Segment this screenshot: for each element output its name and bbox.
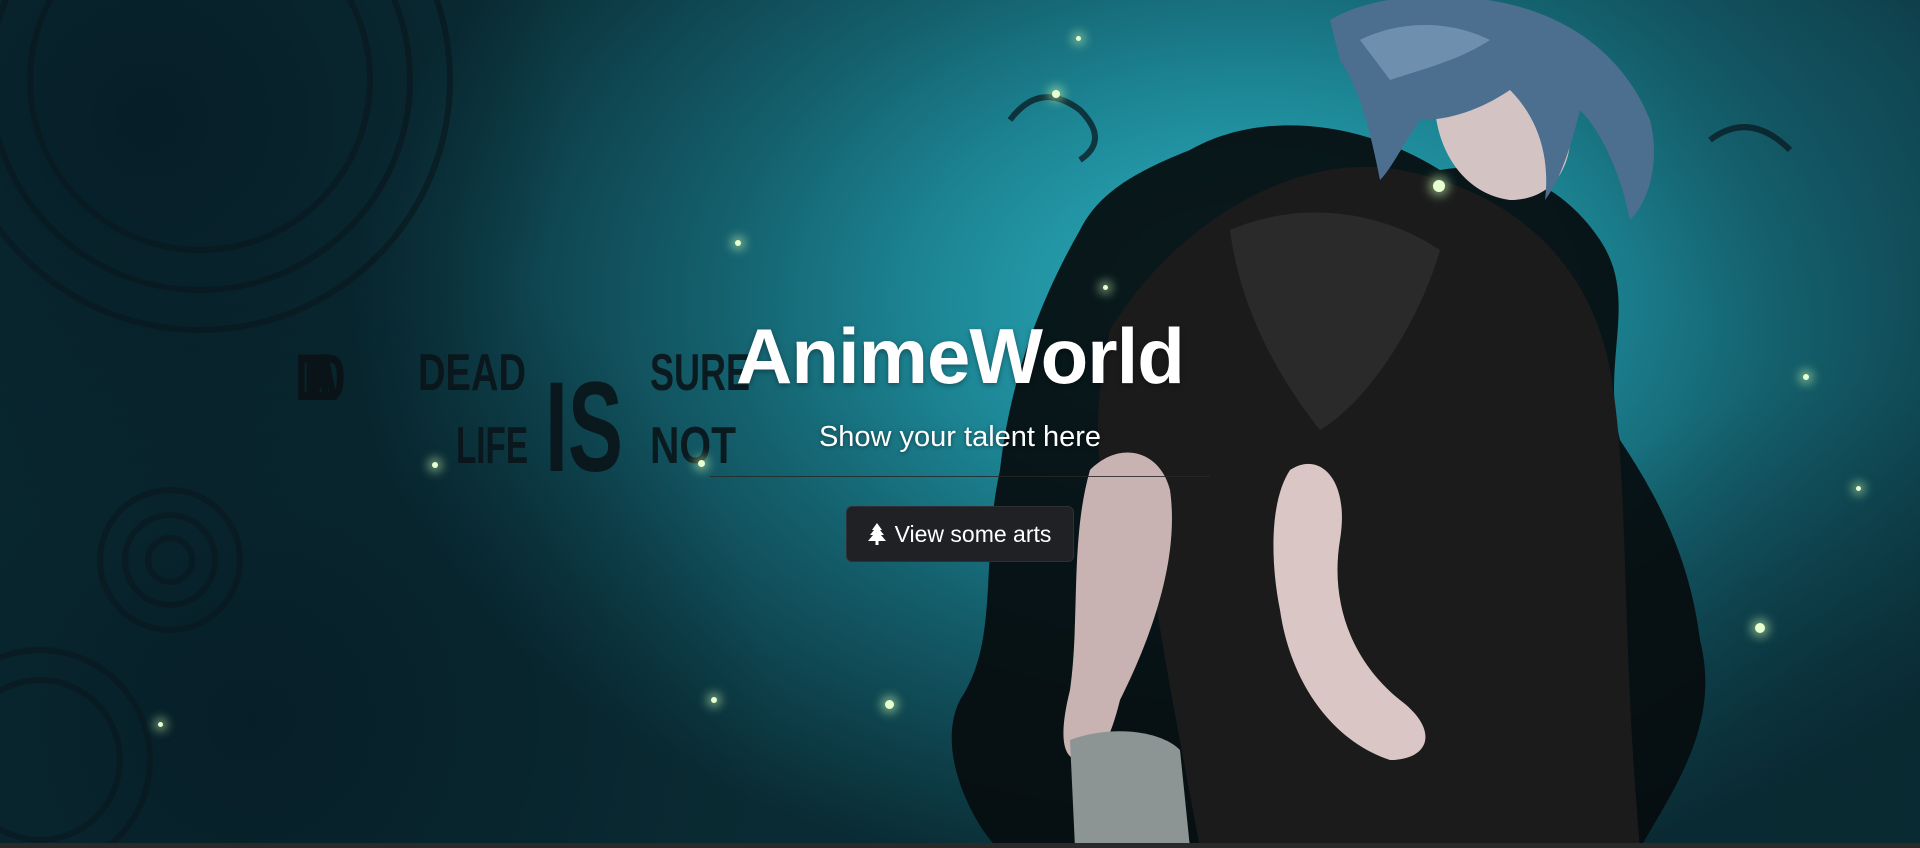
sparkle [1076, 36, 1081, 41]
sparkle [1103, 285, 1108, 290]
sparkle [735, 240, 741, 246]
art-word-is: IS [545, 356, 623, 485]
art-word-dead: DEAD [418, 345, 526, 402]
divider [710, 476, 1210, 477]
view-arts-button[interactable]: View some arts [845, 506, 1075, 562]
bottom-edge [0, 843, 1920, 848]
site-tagline: Show your talent here [818, 421, 1102, 453]
sparkle [1052, 90, 1060, 98]
view-arts-label: View some arts [894, 520, 1052, 547]
sparkle [158, 722, 163, 727]
sparkle [885, 700, 894, 709]
sparkle [1433, 180, 1445, 192]
tree-icon [867, 523, 886, 545]
art-word-life: LIFE [456, 417, 528, 475]
sparkle [711, 697, 717, 703]
hero-content: AnimeWorld Show your talent here View so… [700, 310, 1220, 562]
hero-section: DEAD DEAD LIFE IS SURE NOT AnimeWorld Sh… [0, 0, 1920, 848]
sparkle [1856, 486, 1861, 491]
sparkle [432, 462, 438, 468]
art-text-dead: DEAD [295, 343, 345, 415]
site-title: AnimeWorld [736, 312, 1185, 400]
sparkle [1755, 623, 1765, 633]
sparkle [1803, 374, 1809, 380]
